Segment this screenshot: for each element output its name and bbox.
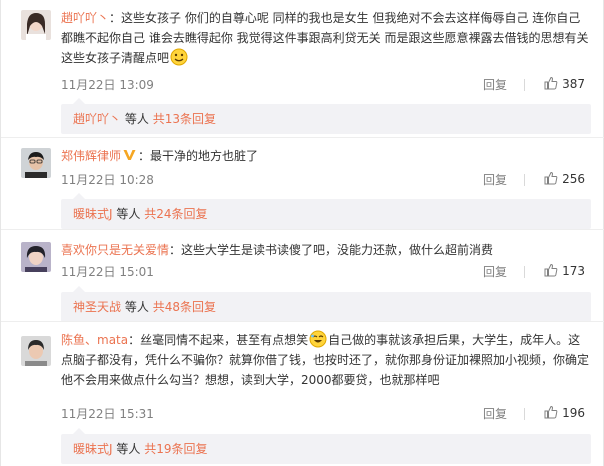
like-count: 173	[562, 264, 585, 278]
comment-time: 11月22日 13:09	[61, 78, 154, 92]
like-button[interactable]: 173	[544, 263, 585, 278]
comment-text: 郑伟辉律师 ：最干净的地方也脏了	[61, 146, 591, 166]
reply-username[interactable]: 暖昧式J	[73, 442, 113, 456]
comment-divider	[1, 137, 604, 138]
comment-meta: 11月22日 15:01 回复 173	[61, 263, 585, 283]
comment-text: 陈鱼、mata：丝毫同情不起来，甚至有点想笑 自己做的事就该承担后果，大学生，成年…	[61, 330, 591, 390]
like-button[interactable]: 387	[544, 76, 585, 91]
verified-v-icon	[123, 147, 136, 160]
comment-text: 喜欢你只是无关爱情：这些大学生是读书读傻了吧，没能力还款，做什么超前消费	[61, 240, 591, 260]
meta-divider	[524, 79, 525, 91]
comment-username[interactable]: 喜欢你只是无关爱情	[61, 243, 169, 257]
like-count: 387	[562, 77, 585, 91]
comment-content: ：这些女孩子 你们的自尊心呢 同样的我也是女生 但我绝对不会去这样侮辱自己 连你…	[61, 11, 589, 65]
reply-username[interactable]: 暖昧式J	[73, 207, 113, 221]
like-count: 256	[562, 172, 585, 186]
view-replies-link[interactable]: 共13条回复	[153, 112, 216, 126]
laugh-emoji-icon	[309, 330, 327, 348]
reply-username[interactable]: 神圣天战	[73, 300, 121, 314]
view-replies-link[interactable]: 共19条回复	[144, 442, 207, 456]
reply-summary: 神圣天战 等人 共48条回复	[61, 286, 591, 322]
reply-others: 等人	[124, 112, 149, 126]
avatar[interactable]	[21, 336, 51, 366]
meta-divider	[524, 408, 525, 420]
thumbs-up-icon	[544, 405, 558, 419]
like-button[interactable]: 256	[544, 171, 585, 186]
reply-button[interactable]: 回复	[483, 263, 507, 280]
avatar[interactable]	[21, 242, 51, 272]
view-replies-link[interactable]: 共24条回复	[144, 207, 207, 221]
comment-feed: 趙吖吖丶：这些女孩子 你们的自尊心呢 同样的我也是女生 但我绝对不会去这样侮辱自…	[0, 0, 604, 466]
comment-text: 趙吖吖丶：这些女孩子 你们的自尊心呢 同样的我也是女生 但我绝对不会去这样侮辱自…	[61, 8, 591, 68]
avatar[interactable]	[21, 148, 51, 178]
comment-divider	[1, 321, 604, 322]
reply-summary: 暖昧式J 等人 共19条回复	[61, 428, 591, 464]
reply-button[interactable]: 回复	[483, 171, 507, 188]
comment-divider	[1, 229, 604, 230]
comment-username[interactable]: 陈鱼、mata	[61, 333, 128, 347]
comment-time: 11月22日 15:31	[61, 407, 154, 421]
comment-content: ：最干净的地方也脏了	[138, 149, 259, 163]
comment-time: 11月22日 15:01	[61, 265, 154, 279]
thumbs-up-icon	[544, 76, 558, 90]
comment-meta: 11月22日 10:28 回复 256	[61, 171, 585, 191]
meta-divider	[524, 266, 525, 278]
reply-others: 等人	[116, 207, 141, 221]
comment-username[interactable]: 郑伟辉律师	[61, 149, 121, 163]
reply-others: 等人	[124, 300, 149, 314]
reply-summary: 趙吖吖丶 等人 共13条回复	[61, 98, 591, 134]
meta-divider	[524, 174, 525, 186]
avatar[interactable]	[21, 10, 51, 40]
comment-time: 11月22日 10:28	[61, 173, 154, 187]
reply-summary: 暖昧式J 等人 共24条回复	[61, 193, 591, 229]
smile-emoji-icon	[170, 48, 188, 66]
view-replies-link[interactable]: 共48条回复	[153, 300, 216, 314]
thumbs-up-icon	[544, 171, 558, 185]
comment-content: ：丝毫同情不起来，甚至有点想笑	[128, 333, 309, 347]
reply-others: 等人	[116, 442, 141, 456]
comment-username[interactable]: 趙吖吖丶	[61, 11, 109, 25]
comment-content: ：这些大学生是读书读傻了吧，没能力还款，做什么超前消费	[169, 243, 494, 257]
like-count: 196	[562, 406, 585, 420]
reply-button[interactable]: 回复	[483, 76, 507, 93]
comment-meta: 11月22日 13:09 回复 387	[61, 76, 585, 96]
thumbs-up-icon	[544, 263, 558, 277]
reply-username[interactable]: 趙吖吖丶	[73, 112, 121, 126]
comment-meta: 11月22日 15:31 回复 196	[61, 405, 585, 425]
like-button[interactable]: 196	[544, 405, 585, 420]
reply-button[interactable]: 回复	[483, 405, 507, 422]
